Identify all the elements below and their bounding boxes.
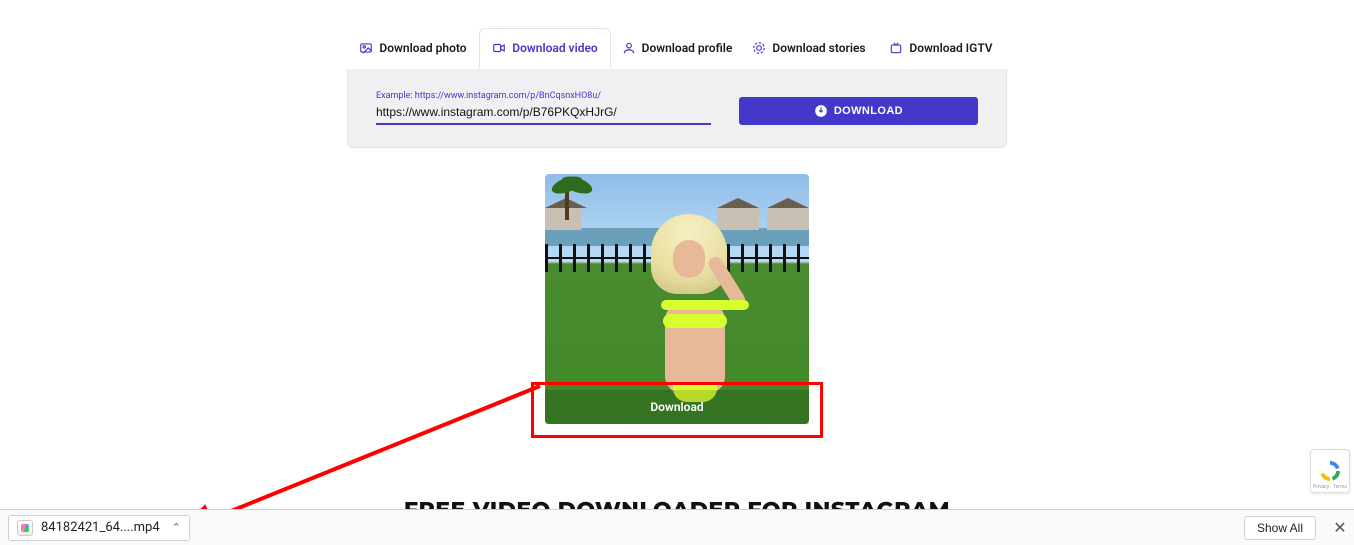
show-all-button[interactable]: Show All — [1244, 516, 1316, 540]
tab-download-photo[interactable]: Download photo — [347, 28, 479, 68]
recaptcha-badge[interactable]: Privacy - Terms — [1310, 449, 1350, 493]
profile-icon — [622, 41, 636, 55]
show-all-label: Show All — [1257, 521, 1303, 535]
tab-label: Download stories — [772, 41, 865, 55]
download-circle-icon — [814, 104, 828, 118]
download-button[interactable]: DOWNLOAD — [739, 97, 978, 125]
tab-label: Download photo — [379, 41, 466, 55]
download-filename: 84182421_64....mp4 — [41, 520, 160, 535]
tab-label: Download video — [512, 41, 597, 55]
tab-download-profile[interactable]: Download profile — [611, 28, 743, 68]
tab-download-igtv[interactable]: Download IGTV — [875, 28, 1007, 68]
preview-download-label: Download — [650, 400, 703, 414]
chevron-up-icon[interactable]: ⌃ — [172, 521, 181, 534]
url-input[interactable] — [376, 101, 711, 125]
browser-download-bar: 84182421_64....mp4 ⌃ Show All ✕ — [0, 509, 1354, 545]
tab-download-video[interactable]: Download video — [479, 28, 611, 68]
download-item[interactable]: 84182421_64....mp4 ⌃ — [8, 515, 190, 541]
file-icon — [17, 520, 33, 536]
recaptcha-note: Privacy - Terms — [1313, 484, 1347, 490]
download-button-label: DOWNLOAD — [834, 105, 903, 117]
preview-download-button[interactable]: Download — [545, 390, 809, 424]
stories-icon — [752, 41, 766, 55]
igtv-icon — [889, 41, 903, 55]
tab-label: Download profile — [642, 41, 733, 55]
url-example: Example: https://www.instagram.com/p/BnC… — [376, 91, 711, 101]
tab-download-stories[interactable]: Download stories — [743, 28, 875, 68]
video-icon — [492, 41, 506, 55]
tab-label: Download IGTV — [909, 41, 992, 55]
preview-thumbnail: Download — [545, 174, 809, 424]
recaptcha-icon — [1318, 459, 1342, 483]
input-panel: Example: https://www.instagram.com/p/BnC… — [347, 69, 1007, 148]
close-download-bar[interactable]: ✕ — [1326, 518, 1354, 537]
image-icon — [359, 41, 373, 55]
